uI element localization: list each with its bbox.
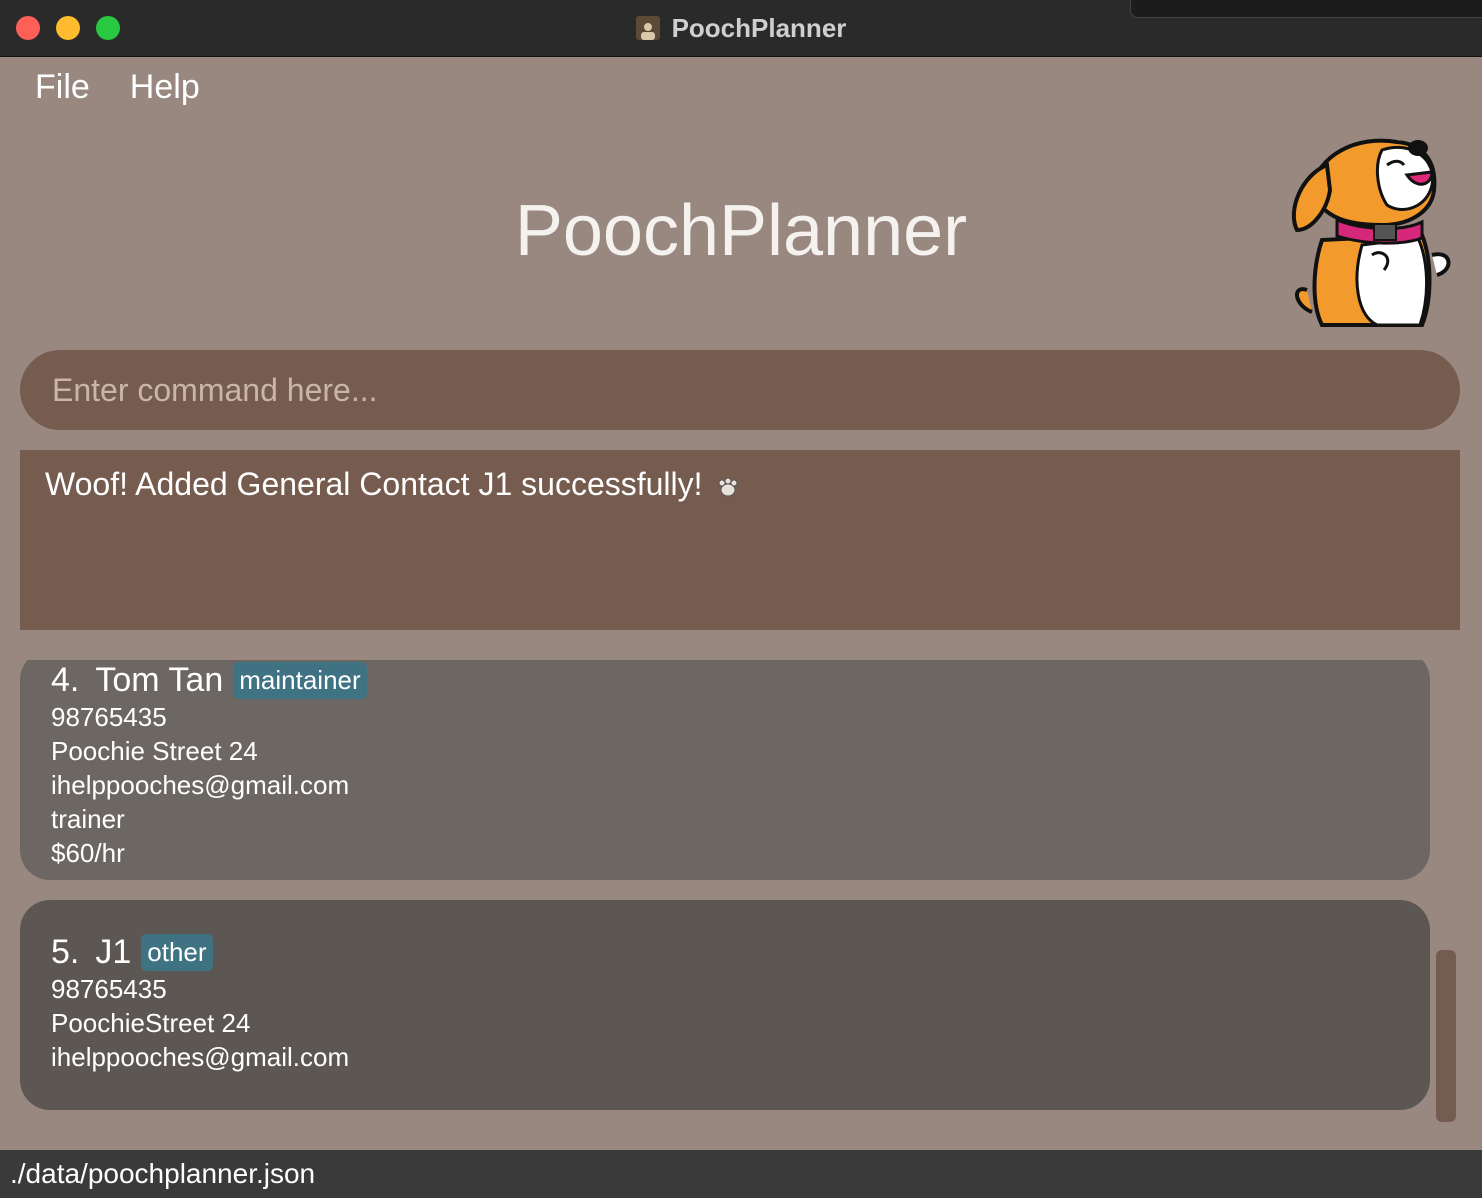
person-card-icon: [635, 16, 660, 40]
window-title: PoochPlanner: [671, 12, 847, 43]
contact-phone: 98765435: [51, 702, 167, 732]
result-message: Woof! Added General Contact J1 successfu…: [45, 466, 703, 502]
dog-mascot-icon: [1291, 138, 1451, 327]
data-file-path: ./data/poochplanner.json: [10, 1158, 316, 1189]
contact-header: 5. J1 other: [51, 932, 1430, 972]
list-scrollbar[interactable]: [1436, 950, 1456, 1122]
contact-skill: trainer: [51, 804, 125, 834]
command-box[interactable]: [20, 350, 1460, 430]
menu-bar: File Help: [0, 60, 220, 118]
menu-file[interactable]: File: [0, 60, 110, 118]
contact-name: Tom Tan: [95, 660, 224, 699]
status-bar: ./data/poochplanner.json: [0, 1150, 1482, 1198]
background-window-edge: [1130, 0, 1482, 18]
command-input[interactable]: [50, 370, 1430, 410]
contact-header: 4. Tom Tan maintainer: [51, 660, 1430, 700]
title-bar[interactable]: PoochPlanner: [0, 0, 1482, 57]
contact-index: 5.: [51, 932, 80, 971]
contact-address: Poochie Street 24: [51, 736, 258, 766]
contact-card[interactable]: 5. J1 other 98765435 PoochieStreet 24 ih…: [20, 900, 1430, 1110]
result-display: Woof! Added General Contact J1 successfu…: [20, 450, 1460, 630]
contact-name: J1: [95, 932, 132, 971]
contact-address: PoochieStreet 24: [51, 1008, 251, 1038]
contact-phone: 98765435: [51, 974, 167, 1004]
app-window: PoochPlanner File Help PoochPlanner Woof…: [0, 0, 1482, 1198]
contact-card[interactable]: 4. Tom Tan maintainer 98765435 Poochie S…: [20, 660, 1430, 880]
contact-email: ihelppooches@gmail.com: [51, 1042, 350, 1072]
menu-help[interactable]: Help: [110, 60, 220, 118]
app-title: PoochPlanner: [514, 191, 968, 271]
contact-email: ihelppooches@gmail.com: [51, 770, 350, 800]
contact-list[interactable]: 4. Tom Tan maintainer 98765435 Poochie S…: [20, 660, 1460, 1140]
contact-tag: other: [141, 933, 213, 971]
contact-rate: $60/hr: [51, 838, 125, 868]
paw-icon: [718, 477, 738, 497]
contact-index: 4.: [51, 660, 80, 699]
contact-tag: maintainer: [233, 661, 367, 699]
